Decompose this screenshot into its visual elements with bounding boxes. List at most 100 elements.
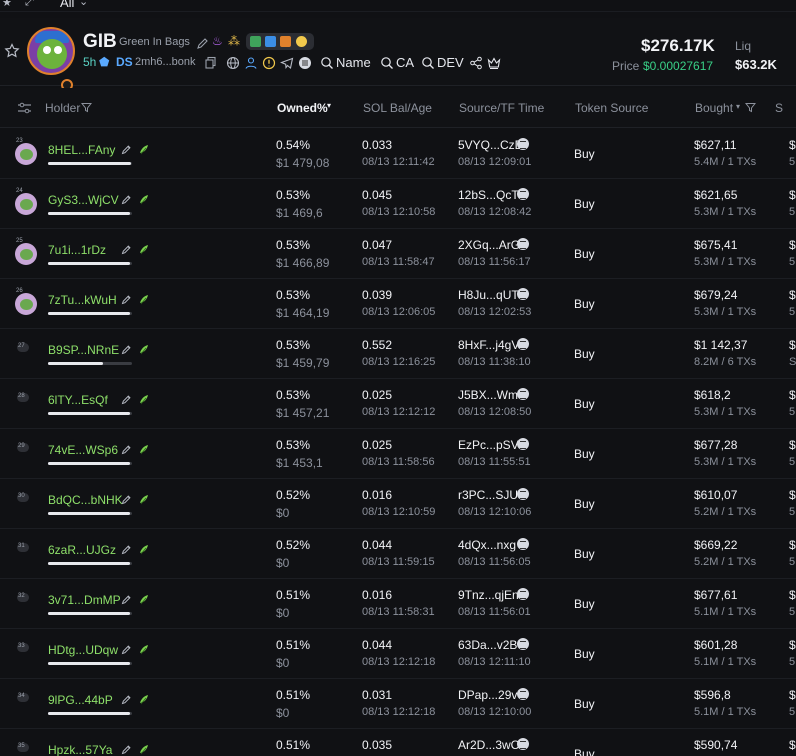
sold-sub: 5 (789, 406, 796, 418)
column-sol-balance[interactable]: SOL Bal/Age (363, 101, 432, 115)
warning-icon[interactable] (262, 56, 276, 70)
edit-label-icon[interactable] (121, 194, 132, 205)
table-row[interactable]: 35 Hpzk...57Ya 0.51% 0.035 Ar2D...3wC Bu… (0, 729, 796, 756)
holder-address[interactable]: 74vE...WSp6 (48, 443, 118, 457)
star-icon[interactable]: ★ (2, 0, 12, 9)
holder-address[interactable]: Hpzk...57Ya (48, 743, 112, 756)
funding-source[interactable]: 9Tnz...qjEn (458, 588, 519, 602)
twitter-badge-icon[interactable] (265, 36, 276, 47)
token-age: 5h (83, 55, 97, 69)
holder-filter-icon[interactable] (81, 102, 92, 113)
globe-icon[interactable] (226, 56, 240, 70)
table-row[interactable]: 33 HDtg...UDqw 0.51% $0 0.044 08/13 12:1… (0, 629, 796, 679)
holder-address[interactable]: 7u1i...1rDz (48, 243, 106, 257)
column-token-source[interactable]: Token Source (575, 101, 648, 115)
funding-source[interactable]: 63Da...v2B (458, 638, 517, 652)
funding-source[interactable]: 8HxF...j4gV (458, 338, 519, 352)
share-icon[interactable] (469, 56, 483, 70)
sort-desc-icon[interactable]: ▾ (327, 101, 331, 110)
funding-source[interactable]: 4dQx...nxg (458, 538, 516, 552)
column-bought[interactable]: Bought (695, 101, 733, 115)
search-ca-icon[interactable] (380, 56, 394, 70)
funding-source[interactable]: 5VYQ...CzD (458, 138, 523, 152)
fresh-wallet-icon (140, 695, 148, 705)
edit-label-icon[interactable] (121, 594, 132, 605)
table-row[interactable]: 24 GyS3...WjCV 0.53% $1 469,6 0.045 08/1… (0, 179, 796, 229)
edit-label-icon[interactable] (121, 344, 132, 355)
holder-address[interactable]: 9lPG...44bP (48, 693, 113, 707)
copy-icon[interactable] (204, 56, 218, 70)
sold-sub: S (789, 356, 796, 368)
edit-label-icon[interactable] (121, 444, 132, 455)
column-source[interactable]: Source/TF Time (459, 101, 544, 115)
funding-source[interactable]: DPap...29v (458, 688, 517, 702)
search-dev-link[interactable]: DEV (437, 55, 464, 70)
funding-source[interactable]: 2XGq...ArG (458, 238, 520, 252)
table-row[interactable]: 34 9lPG...44bP 0.51% $0 0.031 08/13 12:1… (0, 679, 796, 729)
sol-age: 08/13 12:16:25 (362, 356, 436, 368)
user-icon[interactable] (244, 56, 258, 70)
token-avatar[interactable] (27, 27, 75, 75)
holder-address[interactable]: 3v71...DmMP (48, 593, 121, 607)
telegram-badge-icon[interactable] (250, 36, 261, 47)
table-row[interactable]: 25 7u1i...1rDz 0.53% $1 466,89 0.047 08/… (0, 229, 796, 279)
holder-address[interactable]: 6lTY...EsQf (48, 393, 108, 407)
table-row[interactable]: 30 BdQC...bNHK 0.52% $0 0.016 08/13 12:1… (0, 479, 796, 529)
holder-address[interactable]: 6zaR...UJGz (48, 543, 116, 557)
edit-label-icon[interactable] (121, 644, 132, 655)
column-holder[interactable]: Holder (45, 101, 80, 115)
holder-address[interactable]: 7zTu...kWuH (48, 293, 117, 307)
holder-address[interactable]: B9SP...NRnE (48, 343, 119, 357)
edit-label-icon[interactable] (121, 144, 132, 155)
edit-label-icon[interactable] (121, 544, 132, 555)
dexscreener-link[interactable]: DS (116, 55, 133, 69)
edit-icon[interactable] (196, 36, 210, 50)
funding-source[interactable]: EzPc...pSV (458, 438, 519, 452)
funding-source[interactable]: H8Ju...qUT (458, 288, 519, 302)
column-owned[interactable]: Owned% (277, 101, 328, 115)
edit-label-icon[interactable] (121, 244, 132, 255)
table-row[interactable]: 32 3v71...DmMP 0.51% $0 0.016 08/13 11:5… (0, 579, 796, 629)
token-address[interactable]: 2mh6...bonk (135, 56, 196, 68)
edit-label-icon[interactable] (121, 694, 132, 705)
table-row[interactable]: 29 74vE...WSp6 0.53% $1 453,1 0.025 08/1… (0, 429, 796, 479)
bought-filter-icon[interactable] (745, 102, 756, 113)
telegram-icon[interactable] (280, 56, 294, 70)
list-icon[interactable] (298, 56, 312, 70)
website-badge-icon[interactable] (280, 36, 291, 47)
holder-address[interactable]: HDtg...UDqw (48, 643, 118, 657)
table-row[interactable]: 26 7zTu...kWuH 0.53% $1 464,19 0.039 08/… (0, 279, 796, 329)
top-toolbar: ★ ⤢ All ⌄ (0, 0, 796, 12)
funding-source[interactable]: Ar2D...3wC (458, 738, 519, 752)
holder-address[interactable]: GyS3...WjCV (48, 193, 119, 207)
bought-tokens-txs: 5.1M / 1 TXs (694, 706, 757, 718)
search-name-link[interactable]: Name (336, 55, 371, 70)
bolt-icon[interactable] (296, 36, 307, 47)
funding-source[interactable]: r3PC...SJU (458, 488, 518, 502)
edit-label-icon[interactable] (121, 494, 132, 505)
holder-address[interactable]: 8HEL...FAny (48, 143, 115, 157)
filter-select[interactable]: All (60, 0, 74, 10)
table-row[interactable]: 28 6lTY...EsQf 0.53% $1 457,21 0.025 08/… (0, 379, 796, 429)
holder-rank: 30 (18, 493, 25, 499)
favorite-star-icon[interactable] (4, 43, 20, 59)
chart-icon[interactable]: ⤢ (25, 0, 34, 9)
table-row[interactable]: 27 B9SP...NRnE 0.53% $1 459,79 0.552 08/… (0, 329, 796, 379)
edit-label-icon[interactable] (121, 744, 132, 755)
table-row[interactable]: 31 6zaR...UJGz 0.52% $0 0.044 08/13 11:5… (0, 529, 796, 579)
edit-label-icon[interactable] (121, 294, 132, 305)
table-row[interactable]: 23 8HEL...FAny 0.54% $1 479,08 0.033 08/… (0, 129, 796, 179)
crown-icon[interactable] (487, 56, 501, 70)
holder-address[interactable]: BdQC...bNHK (48, 493, 123, 507)
fresh-wallet-icon (140, 595, 148, 605)
bought-sort-icon[interactable]: ▾ (736, 102, 740, 111)
search-ca-link[interactable]: CA (396, 55, 414, 70)
edit-label-icon[interactable] (121, 394, 132, 405)
sol-age: 08/13 11:58:47 (362, 256, 435, 268)
funding-source[interactable]: 12bS...QcT (458, 188, 519, 202)
search-dev-icon[interactable] (421, 56, 435, 70)
search-name-icon[interactable] (320, 56, 334, 70)
holders-table-body: 23 8HEL...FAny 0.54% $1 479,08 0.033 08/… (0, 129, 796, 756)
filter-settings-icon[interactable] (17, 101, 32, 115)
funding-source[interactable]: J5BX...Wm (458, 388, 518, 402)
